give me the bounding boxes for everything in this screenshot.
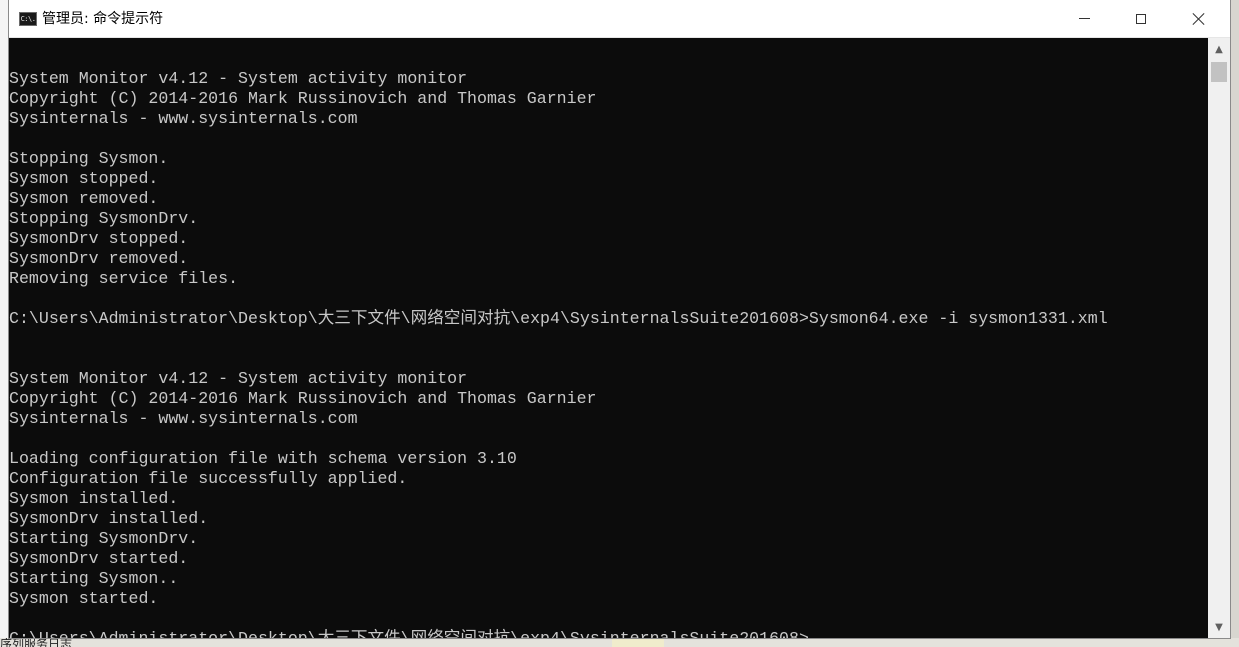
console-line: Copyright (C) 2014-2016 Mark Russinovich…	[9, 89, 597, 108]
background-desktop-left	[0, 0, 9, 647]
console-line: C:\Users\Administrator\Desktop\大三下文件\网络空…	[9, 629, 809, 638]
console-line: Removing service files.	[9, 269, 239, 288]
cmd-app-icon[interactable]: C:\.	[19, 12, 37, 26]
console-line: Copyright (C) 2014-2016 Mark Russinovich…	[9, 389, 597, 408]
console-line: System Monitor v4.12 - System activity m…	[9, 69, 468, 88]
console-output[interactable]: System Monitor v4.12 - System activity m…	[9, 38, 1208, 638]
minimize-button[interactable]	[1061, 0, 1107, 37]
console-line: Starting Sysmon..	[9, 569, 179, 588]
console-line: System Monitor v4.12 - System activity m…	[9, 369, 468, 388]
background-chip	[612, 638, 664, 647]
background-desktop-right	[1230, 0, 1239, 647]
console-line: Sysmon started.	[9, 589, 159, 608]
close-button[interactable]	[1175, 0, 1221, 37]
scroll-down-arrow-icon[interactable]: ▼	[1208, 618, 1230, 636]
console-line: Stopping Sysmon.	[9, 149, 169, 168]
background-bottom-text: 序列服务日志	[0, 638, 73, 647]
title-bar[interactable]: C:\. 管理员: 命令提示符	[9, 0, 1230, 38]
cmd-window: C:\. 管理员: 命令提示符 System Monitor v4.12 - S…	[9, 0, 1230, 638]
console-line: Sysmon stopped.	[9, 169, 159, 188]
console-line: SysmonDrv started.	[9, 549, 189, 568]
console-line: SysmonDrv installed.	[9, 509, 209, 528]
maximize-button[interactable]	[1118, 0, 1164, 37]
console-line: Stopping SysmonDrv.	[9, 209, 199, 228]
console-line: Sysinternals - www.sysinternals.com	[9, 409, 358, 428]
scroll-up-arrow-icon[interactable]: ▲	[1208, 40, 1230, 58]
console-line: Sysmon removed.	[9, 189, 159, 208]
close-icon	[1192, 12, 1205, 25]
background-desktop-bottom: 序列服务日志	[0, 638, 1239, 647]
minimize-icon	[1078, 18, 1090, 19]
window-title: 管理员: 命令提示符	[42, 11, 164, 27]
console-line: Sysmon installed.	[9, 489, 179, 508]
maximize-icon	[1136, 13, 1146, 24]
console-line: Configuration file successfully applied.	[9, 469, 408, 488]
vertical-scrollbar[interactable]: ▲ ▼	[1208, 38, 1230, 638]
console-line: SysmonDrv removed.	[9, 249, 189, 268]
console-line: Loading configuration file with schema v…	[9, 449, 517, 468]
console-line: SysmonDrv stopped.	[9, 229, 189, 248]
scrollbar-thumb[interactable]	[1211, 62, 1227, 82]
console-line: Sysinternals - www.sysinternals.com	[9, 109, 358, 128]
console-line: C:\Users\Administrator\Desktop\大三下文件\网络空…	[9, 309, 1108, 328]
console-line: Starting SysmonDrv.	[9, 529, 199, 548]
